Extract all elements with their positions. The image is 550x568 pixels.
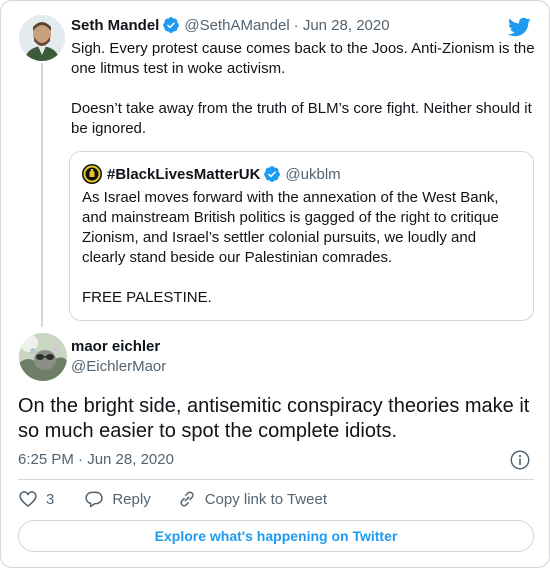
- quoted-author-name[interactable]: #BlackLivesMatterUK: [107, 166, 260, 183]
- quoted-tweet-paragraph: FREE PALESTINE.: [82, 289, 212, 306]
- author-handle[interactable]: @SethAMandel: [184, 17, 289, 34]
- heart-icon: [19, 491, 37, 508]
- quoted-tweet-header: #BlackLivesMatterUK @ukblm: [82, 164, 341, 184]
- copy-link-button[interactable]: Copy link to Tweet: [177, 489, 327, 509]
- thread-connector-line: [41, 63, 43, 327]
- explore-twitter-button[interactable]: Explore what's happening on Twitter: [18, 520, 534, 552]
- quoted-tweet-paragraph: As Israel moves forward with the annexat…: [82, 189, 499, 266]
- divider: [18, 479, 534, 480]
- author-name[interactable]: Seth Mandel: [71, 17, 159, 34]
- reply-bubble-icon: [85, 491, 104, 508]
- tweet-actions: 3 Reply Copy link to Tweet: [18, 489, 353, 509]
- author-name[interactable]: maor eichler: [71, 338, 160, 355]
- parent-tweet-paragraph: Doesn’t take away from the truth of BLM’…: [71, 100, 532, 137]
- author-handle[interactable]: @EichlerMaor: [71, 358, 166, 375]
- tweet-timestamp[interactable]: 6:25 PM · Jun 28, 2020: [18, 451, 174, 468]
- verified-badge-icon: [163, 17, 180, 33]
- tweet-date[interactable]: · Jun 28, 2020: [294, 17, 390, 34]
- avatar[interactable]: [19, 333, 67, 381]
- verified-badge-icon: [264, 166, 281, 182]
- quoted-avatar: [82, 164, 102, 184]
- reply-label: Reply: [112, 490, 151, 508]
- twitter-bird-icon[interactable]: [507, 15, 531, 39]
- parent-tweet-text: Sigh. Every protest cause comes back to …: [71, 39, 537, 139]
- link-icon: [180, 491, 194, 507]
- quoted-author-handle[interactable]: @ukblm: [285, 166, 340, 183]
- copy-link-label: Copy link to Tweet: [204, 490, 327, 508]
- parent-tweet-header: Seth Mandel @SethAMandel · Jun 28, 2020: [71, 16, 390, 34]
- like-button[interactable]: 3: [18, 489, 54, 509]
- parent-tweet-paragraph: Sigh. Every protest cause comes back to …: [71, 40, 535, 77]
- tweet-text: On the bright side, antisemitic conspira…: [18, 395, 530, 442]
- reply-button[interactable]: Reply: [84, 489, 151, 509]
- quoted-tweet[interactable]: #BlackLivesMatterUK @ukblm As Israel mov…: [69, 151, 534, 321]
- avatar[interactable]: [19, 15, 65, 61]
- info-icon[interactable]: [509, 449, 531, 471]
- embedded-tweet-card: Seth Mandel @SethAMandel · Jun 28, 2020 …: [0, 0, 550, 568]
- quoted-tweet-text: As Israel moves forward with the annexat…: [82, 188, 520, 308]
- like-count: 3: [46, 490, 55, 508]
